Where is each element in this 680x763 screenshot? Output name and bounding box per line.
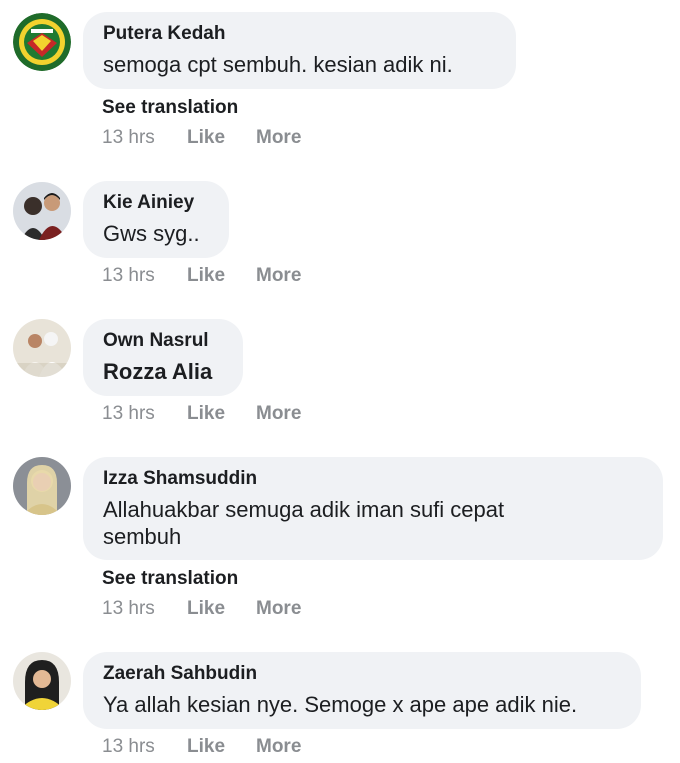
avatar[interactable] <box>13 319 71 377</box>
like-button[interactable]: Like <box>187 127 256 149</box>
comment-timestamp[interactable]: 13 hrs <box>102 265 187 287</box>
see-translation-link[interactable]: See translation <box>102 97 238 119</box>
comment-bubble: Izza Shamsuddin Allahuakbar semuga adik … <box>83 457 663 560</box>
comment-actions: 13 hrs Like More <box>102 265 301 287</box>
avatar[interactable] <box>13 652 71 710</box>
comment-timestamp[interactable]: 13 hrs <box>102 403 187 425</box>
like-button[interactable]: Like <box>187 403 256 425</box>
comment-bubble: Kie Ainiey Gws syg.. <box>83 181 229 258</box>
comment-timestamp[interactable]: 13 hrs <box>102 127 187 149</box>
club-crest-avatar-icon <box>13 13 71 71</box>
comment-bubble: Own Nasrul Rozza Alia <box>83 319 243 396</box>
comment-author[interactable]: Zaerah Sahbudin <box>103 663 621 685</box>
comment-text: Ya allah kesian nye. Semoge x ape ape ad… <box>103 692 578 717</box>
comment-text[interactable]: Rozza Alia <box>103 358 223 385</box>
avatar[interactable] <box>13 13 71 71</box>
woman-yellow-avatar-icon <box>13 652 71 710</box>
comment-text: Gws syg.. <box>103 221 200 246</box>
comment-actions: 13 hrs Like More <box>102 598 301 620</box>
like-button[interactable]: Like <box>187 265 256 287</box>
like-button[interactable]: Like <box>187 598 256 620</box>
couple-photo-avatar-icon <box>13 182 71 240</box>
comment-timestamp[interactable]: 13 hrs <box>102 736 187 758</box>
see-translation-link[interactable]: See translation <box>102 568 238 590</box>
avatar[interactable] <box>13 457 71 515</box>
comment-text: semoga cpt sembuh. kesian adik ni. <box>103 52 453 77</box>
more-button[interactable]: More <box>256 598 301 620</box>
comment-text: Allahuakbar semuga adik iman sufi cepat … <box>103 497 505 549</box>
comment-actions: 13 hrs Like More <box>102 403 301 425</box>
comment-author[interactable]: Kie Ainiey <box>103 192 209 214</box>
more-button[interactable]: More <box>256 736 301 758</box>
avatar[interactable] <box>13 182 71 240</box>
wedding-photo-avatar-icon <box>13 319 71 377</box>
more-button[interactable]: More <box>256 403 301 425</box>
more-button[interactable]: More <box>256 127 301 149</box>
comment-bubble: Zaerah Sahbudin Ya allah kesian nye. Sem… <box>83 652 641 729</box>
comment-author[interactable]: Own Nasrul <box>103 330 223 352</box>
comment-bubble: Putera Kedah semoga cpt sembuh. kesian a… <box>83 12 516 89</box>
like-button[interactable]: Like <box>187 736 256 758</box>
comment-author[interactable]: Putera Kedah <box>103 23 496 45</box>
comment-author[interactable]: Izza Shamsuddin <box>103 468 643 490</box>
woman-portrait-avatar-icon <box>13 457 71 515</box>
comment-actions: 13 hrs Like More <box>102 127 301 149</box>
comment-timestamp[interactable]: 13 hrs <box>102 598 187 620</box>
comment-actions: 13 hrs Like More <box>102 736 301 758</box>
more-button[interactable]: More <box>256 265 301 287</box>
